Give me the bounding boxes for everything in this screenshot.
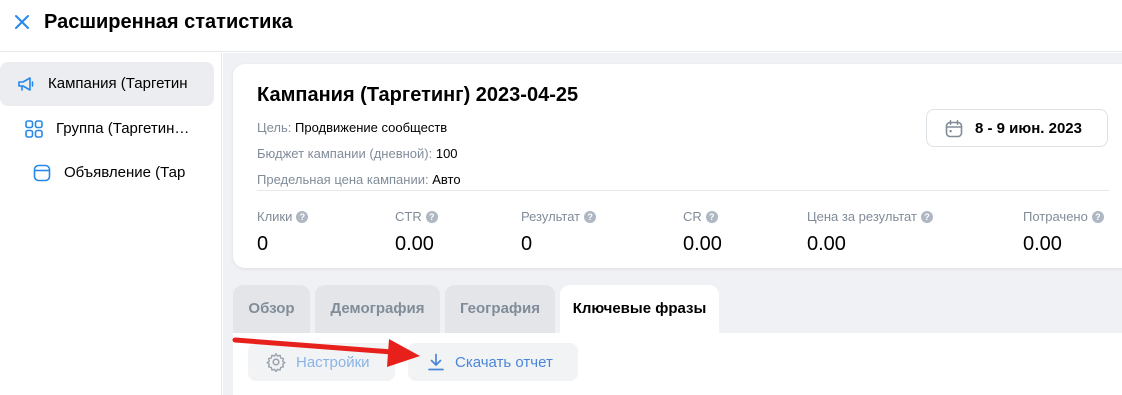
tab-keywords[interactable]: Ключевые фразы xyxy=(560,285,719,333)
stat-value: 0.00 xyxy=(807,233,846,255)
tab-geography[interactable]: География xyxy=(445,285,555,333)
stat-cr: CR? 0.00 xyxy=(683,209,722,256)
goal-value: Продвижение сообществ xyxy=(295,120,448,135)
settings-button[interactable]: Настройки xyxy=(248,343,395,381)
stat-value: 0 xyxy=(257,233,269,255)
stat-label: Результат xyxy=(521,209,581,224)
sidebar: Кампания (Таргетин Группа (Таргетин… Объ… xyxy=(0,53,222,395)
megaphone-icon xyxy=(18,77,34,91)
stat-spent: Потрачено? 0.00 xyxy=(1023,209,1104,256)
limit-value: Авто xyxy=(432,172,461,187)
date-range-button[interactable]: 8 - 9 июн. 2023 xyxy=(926,109,1108,147)
help-icon[interactable]: ? xyxy=(296,210,309,223)
campaign-title: Кампания (Таргетинг) 2023-04-25 xyxy=(257,84,579,106)
sidebar-item-label: Объявление (Тар xyxy=(64,164,186,181)
main-content: Кампания (Таргетинг) 2023-04-25 Цель: Пр… xyxy=(223,53,1122,395)
sidebar-item-label: Группа (Таргетин… xyxy=(56,120,190,137)
sidebar-item-group[interactable]: Группа (Таргетин… xyxy=(0,107,214,151)
stat-value: 0.00 xyxy=(683,233,722,255)
help-icon[interactable]: ? xyxy=(425,210,438,223)
campaign-goal: Цель: Продвижение сообществ xyxy=(257,120,447,135)
divider xyxy=(257,190,1109,191)
stat-label: CTR xyxy=(395,209,422,224)
page-title: Расширенная статистика xyxy=(44,11,293,33)
close-icon[interactable] xyxy=(12,12,32,32)
help-icon[interactable]: ? xyxy=(584,210,597,223)
stat-value: 0.00 xyxy=(1023,233,1062,255)
ad-icon xyxy=(33,164,51,182)
stat-value: 0.00 xyxy=(395,233,434,255)
help-icon[interactable]: ? xyxy=(920,210,933,223)
gear-icon xyxy=(266,353,286,372)
calendar-icon xyxy=(945,120,963,138)
stat-ctr: CTR? 0.00 xyxy=(395,209,438,256)
settings-label: Настройки xyxy=(296,354,370,371)
stat-result: Результат? 0 xyxy=(521,209,597,256)
grid-icon xyxy=(25,120,43,138)
help-icon[interactable]: ? xyxy=(705,210,718,223)
stat-cost-per-result: Цена за результат? 0.00 xyxy=(807,209,933,256)
download-icon xyxy=(428,353,444,371)
stat-clicks: Клики? 0 xyxy=(257,209,309,256)
header-bar: Расширенная статистика xyxy=(0,0,1122,52)
limit-label: Предельная цена кампании: xyxy=(257,172,429,187)
sidebar-item-campaign[interactable]: Кампания (Таргетин xyxy=(0,62,214,106)
budget-label: Бюджет кампании (дневной): xyxy=(257,146,433,161)
stat-label: Клики xyxy=(257,209,293,224)
stat-value: 0 xyxy=(521,233,533,255)
help-icon[interactable]: ? xyxy=(1091,210,1104,223)
sidebar-item-ad[interactable]: Объявление (Тар xyxy=(0,151,214,195)
stat-label: Потрачено xyxy=(1023,209,1088,224)
download-label: Скачать отчет xyxy=(455,354,553,371)
stat-label: CR xyxy=(683,209,702,224)
campaign-budget: Бюджет кампании (дневной): 100 xyxy=(257,146,458,161)
download-report-button[interactable]: Скачать отчет xyxy=(408,343,578,381)
goal-label: Цель: xyxy=(257,120,292,135)
budget-value: 100 xyxy=(435,146,458,161)
tab-overview[interactable]: Обзор xyxy=(233,285,310,333)
stat-label: Цена за результат xyxy=(807,209,917,224)
date-range-label: 8 - 9 июн. 2023 xyxy=(975,120,1082,137)
campaign-price-limit: Предельная цена кампании: Авто xyxy=(257,172,461,187)
sidebar-item-label: Кампания (Таргетин xyxy=(48,75,188,92)
tab-demography[interactable]: Демография xyxy=(315,285,440,333)
campaign-card: Кампания (Таргетинг) 2023-04-25 Цель: Пр… xyxy=(233,64,1122,268)
